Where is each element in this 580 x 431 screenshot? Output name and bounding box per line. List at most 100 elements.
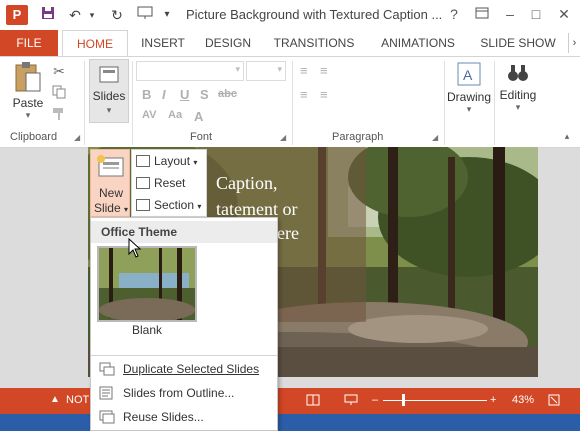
zoom-out-button[interactable]: – [372,394,378,406]
section-button[interactable]: Section ▾ [136,195,201,215]
notes-icon[interactable]: ▲ [50,394,60,405]
duplicate-slides-icon [99,362,115,376]
start-from-beginning-icon[interactable] [134,5,156,25]
zoom-level[interactable]: 43% [512,394,534,406]
fit-slide-icon[interactable] [548,394,560,409]
ribbon-tabs: FILE HOME INSERT DESIGN TRANSITIONS ANIM… [0,30,580,57]
shadow-button[interactable]: S [200,87,209,102]
font-launcher-icon[interactable]: ◢ [280,133,286,142]
ribbon-display-icon[interactable] [470,3,494,25]
drawing-button[interactable]: A Drawing ▾ [446,59,492,125]
new-slide-dropdown: Office Theme Blank Duplicate Selected Sl… [90,217,278,431]
center-button[interactable]: ≡ [320,87,328,102]
character-spacing-button[interactable]: AV [142,109,156,121]
reuse-slides-item[interactable]: Reuse Slides... [99,407,204,427]
clipboard-launcher-icon[interactable]: ◢ [74,133,80,142]
notes-button[interactable]: NOT [66,394,89,406]
format-painter-icon[interactable] [50,107,68,124]
font-color-button[interactable]: A [194,109,203,124]
group-divider [132,61,133,145]
italic-button[interactable]: I [162,87,166,102]
redo-icon[interactable]: ↻ [106,5,128,25]
slide-show-icon[interactable] [344,394,358,409]
numbering-button[interactable]: ≡ [320,63,328,78]
customize-qat-icon[interactable]: ▾ [160,5,174,25]
bullets-button[interactable]: ≡ [300,63,308,78]
title-bar: P ↶ ▾ ↻ ▾ Picture Background with Textur… [0,0,580,30]
editing-dropdown-icon: ▾ [515,102,521,112]
layout-thumbnail-blank[interactable] [97,246,197,322]
slides-from-outline-label: Slides from Outline... [123,386,235,400]
drawing-label: Drawing [446,90,491,104]
maximize-button[interactable]: □ [524,3,548,25]
blank-layout-preview [99,248,195,320]
slides-icon [99,66,119,83]
section-dropdown-icon: ▾ [197,202,202,211]
outline-icon [99,386,115,400]
paste-icon [15,62,41,92]
scroll-tabs-icon[interactable]: › [568,33,580,53]
strikethrough-button[interactable]: abc [218,88,237,100]
close-button[interactable]: ✕ [552,3,576,25]
reset-label: Reset [154,176,186,190]
editing-label: Editing [499,88,537,102]
zoom-in-button[interactable]: + [490,394,496,406]
bold-button[interactable]: B [142,87,151,102]
tab-insert[interactable]: INSERT [132,30,194,56]
slides-button[interactable]: Slides ▾ [89,59,129,123]
tab-slide-show[interactable]: SLIDE SHOW [474,30,562,56]
tab-home[interactable]: HOME [62,30,128,57]
caption-title: Caption, [216,173,278,193]
group-label-paragraph: Paragraph [332,131,384,143]
mouse-cursor-icon [128,237,142,261]
font-size-box[interactable]: ▾ [246,61,286,81]
section-icon [136,199,150,211]
new-slide-label-line2: Slide ▾ [91,201,131,215]
powerpoint-logo-icon: P [6,5,28,25]
reset-icon [136,177,150,189]
duplicate-slides-label: Duplicate Selected Slides [123,362,260,376]
group-label-clipboard: Clipboard [10,131,58,143]
tab-file[interactable]: FILE [0,30,58,56]
group-divider [292,61,293,145]
svg-text:A: A [463,67,473,83]
slides-from-outline-item[interactable]: Slides from Outline... [99,383,234,403]
reuse-slides-icon [99,410,115,424]
section-label: Section [154,198,195,212]
layout-dropdown-icon: ▾ [193,158,198,167]
help-icon[interactable]: ? [442,3,466,25]
undo-icon[interactable]: ↶ [64,5,86,25]
change-case-button[interactable]: Aa [168,109,182,121]
paragraph-launcher-icon[interactable]: ◢ [432,133,438,142]
minimize-button[interactable]: – [498,3,522,25]
slide-commands: Layout ▾ Reset Section ▾ [131,149,207,217]
zoom-slider-thumb[interactable] [402,394,405,406]
collapse-ribbon-icon[interactable]: ▴ [560,131,574,142]
new-slide-button[interactable]: New Slide ▾ [90,149,130,217]
tab-design[interactable]: DESIGN [198,30,258,56]
tab-animations[interactable]: ANIMATIONS [370,30,466,56]
duplicate-slides-item[interactable]: Duplicate Selected Slides [99,359,259,379]
align-left-button[interactable]: ≡ [300,87,308,102]
paste-button[interactable]: Paste ▾ [6,61,50,121]
editing-button[interactable]: Editing ▾ [496,59,540,125]
paste-dropdown-icon: ▾ [25,110,31,120]
layout-label: Layout [154,154,191,168]
group-divider [444,61,445,145]
reading-view-icon[interactable] [306,394,320,409]
undo-dropdown-icon[interactable]: ▾ [86,5,98,25]
underline-button[interactable]: U [180,87,189,102]
tab-transitions[interactable]: TRANSITIONS [266,30,362,56]
zoom-slider-track[interactable] [383,400,487,401]
new-slide-label-text: Slide [93,201,121,215]
copy-icon[interactable] [50,85,68,102]
ribbon: Paste ▾ ✂ Clipboard ◢ Slides ▾ ▾ ▾ B I U… [0,56,580,148]
binoculars-icon [508,65,528,81]
font-name-box[interactable]: ▾ [136,61,244,81]
drawing-dropdown-icon: ▾ [466,104,472,114]
cut-icon[interactable]: ✂ [50,63,68,80]
slides-dropdown-icon: ▾ [106,105,112,115]
layout-button[interactable]: Layout ▾ [136,151,197,171]
save-icon[interactable] [38,5,58,25]
reset-button[interactable]: Reset [136,173,185,193]
